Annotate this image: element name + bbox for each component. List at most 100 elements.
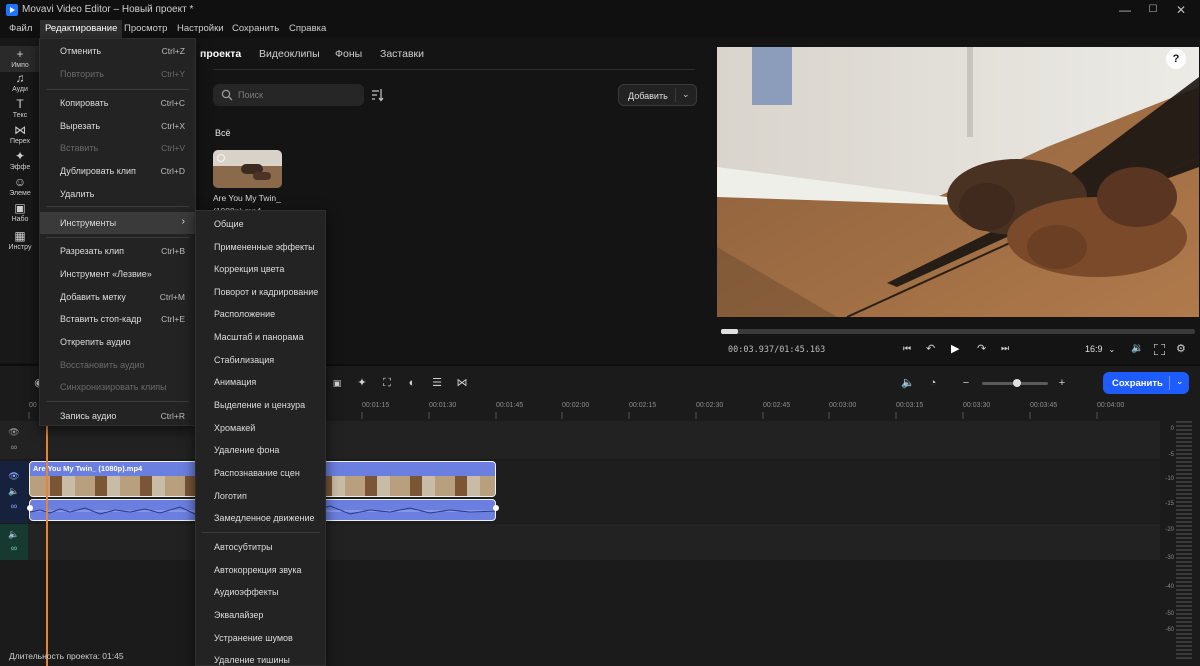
submenu-color-correction[interactable]: Коррекция цвета [214, 264, 284, 274]
speed-gauge-icon[interactable]: ◔ [924, 374, 942, 392]
tool-tools[interactable]: ▦ Инстру [0, 230, 40, 252]
video-preview[interactable] [717, 47, 1199, 317]
player-progress[interactable] [721, 329, 1195, 334]
tab-intros[interactable]: Заставки [380, 48, 424, 60]
tab-videoclips[interactable]: Видеоклипы [259, 48, 320, 60]
submenu-auto-audio-correction[interactable]: Автокоррекция звука [214, 565, 302, 575]
tab-project-files[interactable]: проекта [200, 48, 241, 60]
zoom-slider-handle[interactable] [1013, 379, 1021, 387]
zoom-slider[interactable] [982, 379, 1048, 387]
zoom-in-icon[interactable]: + [1053, 374, 1071, 392]
menu-restore-audio[interactable]: Восстановить аудио [40, 355, 195, 375]
fullscreen-icon[interactable] [1154, 344, 1165, 355]
save-button[interactable]: Сохранить ⌄ [1103, 372, 1189, 394]
eye-icon[interactable]: 👁 [0, 471, 28, 482]
tool-elements[interactable]: ☺ Элеме [0, 176, 40, 198]
menu-view[interactable]: Просмотр [119, 20, 172, 38]
maximize-icon[interactable]: ☐ [1138, 0, 1168, 20]
aspect-ratio-select[interactable]: 16:9 ⌄ [1085, 344, 1115, 354]
step-back-icon[interactable]: ↶ [926, 342, 935, 355]
menu-sync-clips[interactable]: Синхронизировать клипы [40, 377, 195, 397]
crop-icon[interactable]: ⛶ [378, 374, 396, 392]
submenu-slow-motion[interactable]: Замедленное движение [214, 513, 315, 523]
menu-copy[interactable]: Копировать Ctrl+C [40, 93, 195, 113]
adjust-sliders-icon[interactable]: ☰ [428, 374, 446, 392]
go-to-end-icon[interactable]: ⏭ [1001, 343, 1009, 354]
link-icon[interactable]: ∞ [0, 442, 28, 452]
menu-redo[interactable]: Повторить Ctrl+Y [40, 64, 195, 84]
submenu-silence-removal[interactable]: Удаление тишины [214, 655, 290, 665]
audio-track-icon[interactable]: 🔈 [899, 374, 917, 392]
menu-settings[interactable]: Настройки [172, 20, 229, 38]
submenu-pan-zoom[interactable]: Масштаб и панорама [214, 332, 304, 342]
search-box[interactable]: Поиск [213, 84, 364, 106]
menu-paste[interactable]: Вставить Ctrl+V [40, 138, 195, 158]
menu-blade-tool[interactable]: Инструмент «Лезвие» [40, 264, 195, 284]
submenu-applied-effects[interactable]: Примененные эффекты [214, 242, 315, 252]
menu-detach-audio[interactable]: Открепить аудио [40, 332, 195, 352]
link-icon[interactable]: ∞ [0, 501, 28, 511]
tool-packs[interactable]: ▣ Набо [0, 202, 40, 224]
volume-icon[interactable]: 🔉 [1131, 343, 1143, 354]
submenu-scene-detection[interactable]: Распознавание сцен [214, 468, 300, 478]
menu-split-clip[interactable]: Разрезать клип Ctrl+B [40, 241, 195, 261]
tool-transitions[interactable]: ⋈ Перех [0, 124, 40, 146]
submenu-audio-effects[interactable]: Аудиоэффекты [214, 587, 278, 597]
menu-add-marker[interactable]: Добавить метку Ctrl+M [40, 287, 195, 307]
help-icon[interactable]: ? [1166, 49, 1186, 69]
audio-clip-end-handle[interactable] [493, 505, 499, 511]
menu-cut[interactable]: Вырезать Ctrl+X [40, 116, 195, 136]
settings-gear-icon[interactable]: ⚙ [1176, 342, 1186, 355]
menu-edit[interactable]: Редактирование [40, 20, 123, 38]
clip-thumbnail[interactable] [213, 150, 282, 188]
submenu-animation[interactable]: Анимация [214, 377, 256, 387]
tool-import[interactable]: + Импо [0, 46, 40, 72]
sort-icon[interactable] [371, 88, 384, 102]
ai-effects-icon[interactable]: ✦ [353, 374, 371, 392]
menu-file[interactable]: Файл [4, 20, 37, 38]
submenu-rotate-crop[interactable]: Поворот и кадрирование [214, 287, 318, 297]
color-adjust-icon[interactable]: ◐ [403, 374, 421, 392]
tab-backgrounds[interactable]: Фоны [335, 48, 362, 60]
search-input[interactable]: Поиск [238, 90, 263, 100]
menu-help[interactable]: Справка [284, 20, 331, 38]
submenu-background-removal[interactable]: Удаление фона [214, 445, 279, 455]
menu-save[interactable]: Сохранить [227, 20, 284, 38]
menu-delete[interactable]: Удалить [40, 184, 195, 204]
submenu-highlight-censor[interactable]: Выделение и цензура [214, 400, 305, 410]
zoom-out-icon[interactable]: − [957, 374, 975, 392]
speaker-icon[interactable]: 🔈 [0, 529, 28, 540]
chevron-down-icon[interactable]: ⌄ [682, 89, 690, 100]
add-button[interactable]: Добавить ⌄ [618, 84, 697, 106]
submenu-logo[interactable]: Логотип [214, 491, 247, 501]
submenu-chroma-key[interactable]: Хромакей [214, 423, 255, 433]
speaker-icon[interactable]: 🔈 [0, 486, 28, 497]
submenu-position[interactable]: Расположение [214, 309, 275, 319]
menu-duplicate-clip[interactable]: Дублировать клип Ctrl+D [40, 161, 195, 181]
submenu-noise-removal[interactable]: Устранение шумов [214, 633, 293, 643]
audio-track[interactable] [0, 524, 1160, 560]
audio-clip-start-handle[interactable] [27, 505, 33, 511]
playhead[interactable] [46, 400, 48, 666]
tool-audio[interactable]: ♫ Ауди [0, 72, 40, 94]
menu-undo[interactable]: Отменить Ctrl+Z [40, 41, 195, 61]
chevron-down-icon[interactable]: ⌄ [1176, 376, 1184, 387]
step-forward-icon[interactable]: ↷ [977, 342, 986, 355]
link-icon[interactable]: ∞ [0, 543, 28, 553]
minimize-icon[interactable]: — [1110, 0, 1140, 20]
subtitles-icon[interactable]: ▣ [328, 374, 346, 392]
play-icon[interactable]: ▶ [951, 342, 959, 355]
submenu-stabilization[interactable]: Стабилизация [214, 355, 274, 365]
submenu-auto-subtitles[interactable]: Автосубтитры [214, 542, 273, 552]
submenu-general[interactable]: Общие [214, 219, 244, 229]
tool-text[interactable]: T Текс [0, 98, 40, 120]
menu-record-audio[interactable]: Запись аудио Ctrl+R [40, 406, 195, 426]
tool-effects[interactable]: ✦ Эффе [0, 150, 40, 172]
close-icon[interactable]: ✕ [1166, 0, 1196, 20]
overlay-track[interactable] [0, 421, 1160, 459]
submenu-equalizer[interactable]: Эквалайзер [214, 610, 263, 620]
menu-freeze-frame[interactable]: Вставить стоп-кадр Ctrl+E [40, 309, 195, 329]
menu-tools[interactable]: Инструменты › [40, 212, 195, 234]
go-to-start-icon[interactable]: ⏮ [903, 343, 911, 354]
transition-tool-icon[interactable]: ⋈ [453, 374, 471, 392]
